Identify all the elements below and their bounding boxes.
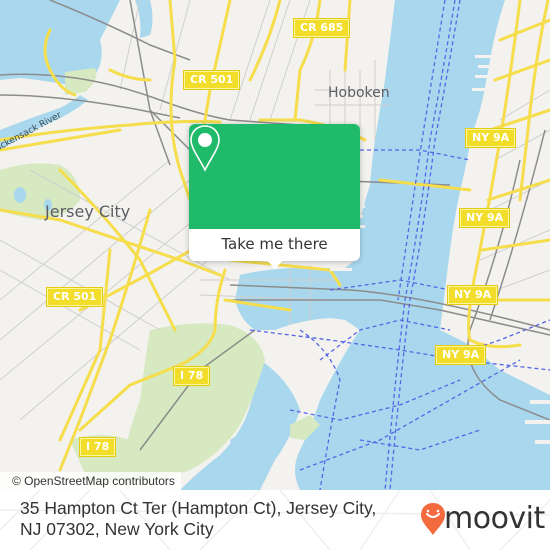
road-shield: NY 9A [460,209,510,227]
road-shield: NY 9A [466,129,516,147]
brand-name: moovit [444,501,545,536]
road-shield: NY 9A [448,286,498,304]
footer: 35 Hampton Ct Ter (Hampton Ct), Jersey C… [0,490,550,550]
place-label-hoboken: Hoboken [328,85,390,101]
map-pin-icon [190,125,220,172]
popup-pointer [266,259,284,269]
road-shield: I 78 [174,367,210,385]
water-top-creek [135,0,153,38]
water-pond [14,187,26,203]
location-popup: Take me there [189,124,360,269]
road-shield: CR 501 [47,288,103,306]
road-shield: I 78 [80,438,116,456]
moovit-logo[interactable]: moovit [420,500,545,540]
place-label-jersey-city: Jersey City [45,202,131,221]
map[interactable]: Hoboken Jersey City Hackensack River CR … [0,0,550,490]
water-hackensack-bay [0,0,120,85]
take-me-there-button[interactable]: Take me there [189,229,360,261]
road-shield: NY 9A [436,346,486,364]
road-shield: CR 501 [184,71,240,89]
map-attribution[interactable]: © OpenStreetMap contributors [0,472,181,490]
address-text: 35 Hampton Ct Ter (Hampton Ct), Jersey C… [20,498,377,539]
road-shield: CR 685 [294,19,350,37]
moovit-pin-icon [421,503,445,535]
popup-header [189,124,360,229]
